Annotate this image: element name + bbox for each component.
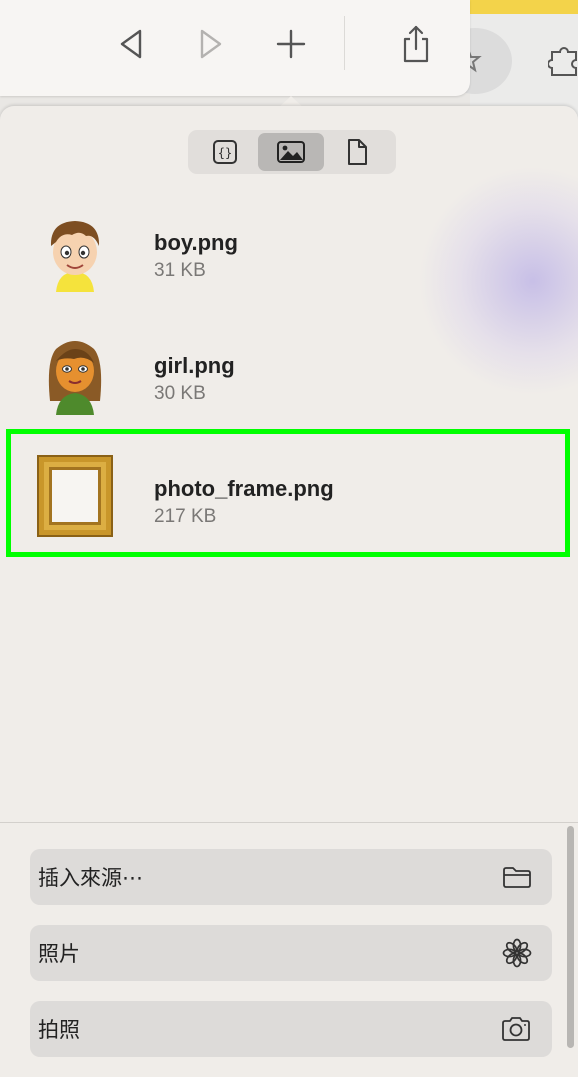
section-divider [0, 822, 578, 823]
toolbar-separator [344, 16, 345, 70]
file-size: 217 KB [154, 506, 217, 527]
toolbar [0, 0, 470, 96]
boy-thumbnail [36, 208, 114, 292]
back-button[interactable] [110, 22, 154, 66]
image-icon [277, 141, 305, 163]
segment-json[interactable]: {} [192, 133, 258, 171]
insert-from-source-button[interactable]: 插入來源⋯ [30, 849, 552, 905]
photos-button[interactable]: 照片 [30, 925, 552, 981]
share-icon [403, 25, 429, 63]
plus-icon [276, 29, 306, 59]
file-size: 31 KB [154, 260, 206, 281]
document-icon [348, 139, 367, 165]
json-icon: {} [213, 140, 237, 164]
action-label: 照片 [38, 942, 80, 966]
photo-frame-thumbnail [36, 454, 114, 538]
segment-images[interactable] [258, 133, 324, 171]
file-name: photo_frame.png [154, 476, 334, 501]
file-picker-popover: {} boy.png 31 KB girl.png 30 KB photo_fr… [0, 106, 578, 1077]
folder-icon [503, 867, 531, 888]
girl-thumbnail [36, 331, 114, 415]
file-row-girl[interactable]: girl.png 30 KB [0, 319, 578, 427]
file-row-photo-frame[interactable]: photo_frame.png 217 KB [0, 442, 578, 550]
file-type-segmented-control: {} [188, 130, 396, 174]
file-size: 30 KB [154, 383, 206, 404]
flower-icon [502, 938, 532, 968]
action-label: 拍照 [38, 1018, 80, 1042]
take-photo-button[interactable]: 拍照 [30, 1001, 552, 1057]
new-tab-button[interactable] [269, 22, 313, 66]
file-name: boy.png [154, 230, 238, 255]
camera-icon [502, 1017, 530, 1041]
svg-text:{}: {} [218, 146, 232, 160]
back-triangle-icon [120, 29, 142, 59]
scrollbar[interactable] [567, 826, 574, 1048]
share-button[interactable] [394, 22, 438, 66]
file-row-boy[interactable]: boy.png 31 KB [0, 196, 578, 304]
segment-documents[interactable] [324, 133, 390, 171]
forward-button[interactable] [188, 22, 232, 66]
puzzle-icon [547, 47, 577, 76]
action-label: 插入來源⋯ [38, 866, 143, 890]
forward-triangle-icon [200, 29, 222, 59]
extensions-button[interactable] [547, 44, 578, 80]
background-yellow-strip [470, 0, 578, 14]
file-name: girl.png [154, 353, 235, 378]
